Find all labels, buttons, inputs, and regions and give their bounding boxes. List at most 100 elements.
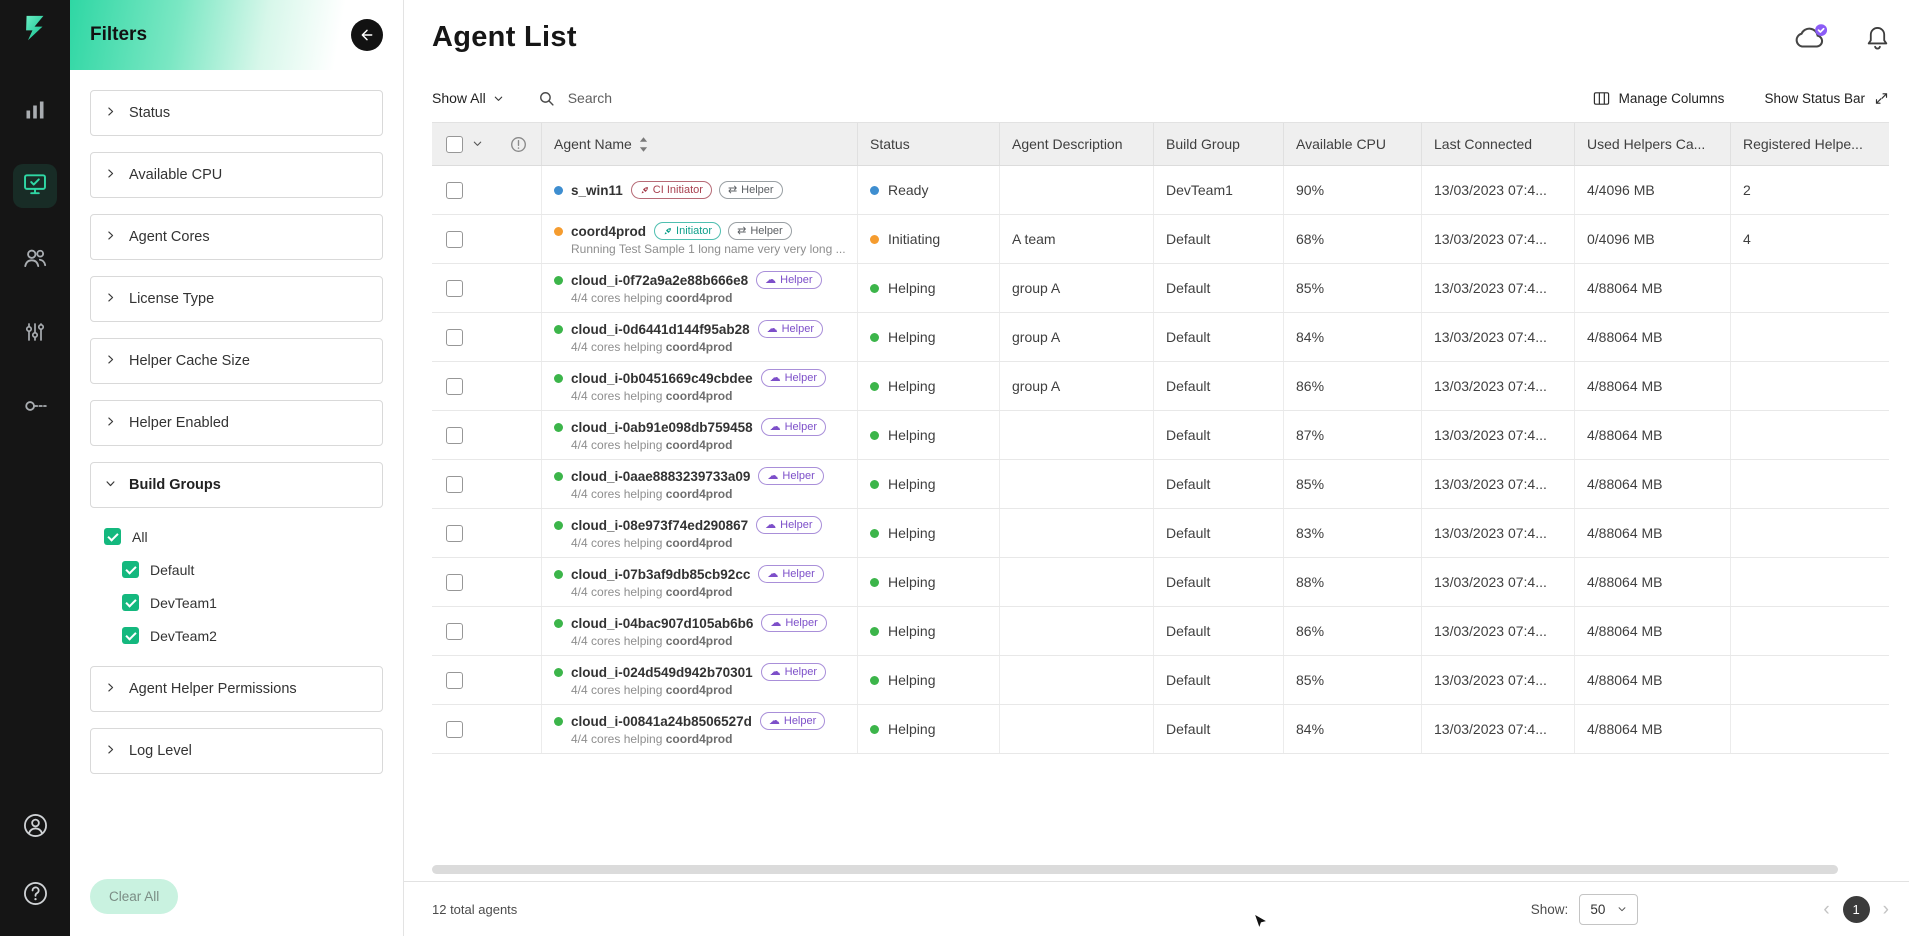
horizontal-scrollbar-thumb[interactable] — [432, 865, 1838, 874]
filter-section-label: Build Groups — [129, 477, 221, 493]
manage-columns-button[interactable]: Manage Columns — [1593, 91, 1725, 106]
bell-icon — [1866, 25, 1889, 50]
nav-item-agents[interactable] — [13, 164, 57, 208]
nav-item-account[interactable] — [13, 806, 57, 850]
select-all-checkbox[interactable] — [446, 136, 463, 153]
build-group-cell: Default — [1154, 411, 1284, 459]
row-select-cell — [432, 215, 498, 263]
checkbox-checked[interactable] — [122, 594, 139, 611]
nav-item-users[interactable] — [13, 238, 57, 282]
table-row[interactable]: s_win11 CI Initiator⇄Helper Ready DevTea… — [432, 166, 1889, 215]
filter-section-label: License Type — [129, 291, 214, 307]
table-toolbar: Show All Manage Columns Show Status Bar — [432, 74, 1889, 122]
status-dot — [870, 578, 879, 587]
row-checkbox[interactable] — [446, 525, 463, 542]
row-checkbox[interactable] — [446, 182, 463, 199]
column-header-last-connected[interactable]: Last Connected — [1422, 123, 1575, 165]
table-row[interactable]: cloud_i-00841a24b8506527d ☁Helper 4/4 co… — [432, 705, 1889, 754]
brand-logo-icon[interactable] — [20, 13, 50, 48]
table-row[interactable]: cloud_i-04bac907d105ab6b6 ☁Helper 4/4 co… — [432, 607, 1889, 656]
badge-list: ☁Helper — [758, 467, 823, 485]
available-cpu-cell: 85% — [1284, 656, 1422, 704]
current-page-indicator[interactable]: 1 — [1843, 896, 1870, 923]
column-header-status[interactable]: Status — [858, 123, 1000, 165]
header-info-cell[interactable] — [498, 123, 542, 165]
column-header-registered-helpers[interactable]: Registered Helpe... — [1731, 123, 1889, 165]
table-row[interactable]: coord4prod Initiator⇄Helper Running Test… — [432, 215, 1889, 264]
build-group-option-devteam2[interactable]: DevTeam2 — [104, 619, 383, 652]
build-group-cell: Default — [1154, 313, 1284, 361]
table-row[interactable]: cloud_i-0b0451669c49cbdee ☁Helper 4/4 co… — [432, 362, 1889, 411]
checkbox-checked[interactable] — [122, 561, 139, 578]
table-row[interactable]: cloud_i-08e973f74ed290867 ☁Helper 4/4 co… — [432, 509, 1889, 558]
agent-name-cell: cloud_i-0f72a9a2e88b666e8 ☁Helper 4/4 co… — [542, 264, 858, 312]
sort-icon[interactable] — [639, 137, 648, 152]
badge-helper: ☁Helper — [761, 614, 826, 632]
agent-subtext: 4/4 cores helping coord4prod — [554, 585, 732, 599]
filter-section-license-type[interactable]: License Type — [90, 276, 383, 322]
filter-section-log-level[interactable]: Log Level — [90, 728, 383, 774]
table-row[interactable]: cloud_i-0d6441d144f95ab28 ☁Helper 4/4 co… — [432, 313, 1889, 362]
filter-section-status[interactable]: Status — [90, 90, 383, 136]
cloud-icon: ☁ — [765, 520, 776, 531]
agent-subtext: 4/4 cores helping coord4prod — [554, 340, 732, 354]
show-all-dropdown[interactable]: Show All — [432, 90, 504, 106]
filter-section-available-cpu[interactable]: Available CPU — [90, 152, 383, 198]
table-row[interactable]: cloud_i-0aae8883239733a09 ☁Helper 4/4 co… — [432, 460, 1889, 509]
filter-section-agent-helper-permissions[interactable]: Agent Helper Permissions — [90, 666, 383, 712]
registered-helpers-cell — [1731, 313, 1889, 361]
row-checkbox[interactable] — [446, 721, 463, 738]
page-size-select[interactable]: 50 — [1579, 894, 1638, 925]
status-label: Helping — [888, 378, 935, 394]
row-checkbox[interactable] — [446, 623, 463, 640]
filter-section-helper-cache-size[interactable]: Helper Cache Size — [90, 338, 383, 384]
nav-item-license[interactable] — [13, 386, 57, 430]
badge-list: ☁Helper — [756, 516, 821, 534]
filter-section-label: Available CPU — [129, 167, 222, 183]
status-label: Helping — [888, 329, 935, 345]
row-checkbox[interactable] — [446, 672, 463, 689]
badge-helper: ☁Helper — [756, 271, 821, 289]
build-group-option-default[interactable]: Default — [104, 553, 383, 586]
column-header-agent-description[interactable]: Agent Description — [1000, 123, 1154, 165]
nav-item-settings[interactable] — [13, 312, 57, 356]
collapse-filters-button[interactable] — [351, 19, 383, 51]
build-group-option-devteam1[interactable]: DevTeam1 — [104, 586, 383, 619]
column-header-build-group[interactable]: Build Group — [1154, 123, 1284, 165]
nav-item-help[interactable] — [13, 874, 57, 918]
filter-section-agent-cores[interactable]: Agent Cores — [90, 214, 383, 260]
row-checkbox[interactable] — [446, 476, 463, 493]
registered-helpers-cell — [1731, 558, 1889, 606]
row-checkbox[interactable] — [446, 427, 463, 444]
column-header-available-cpu[interactable]: Available CPU — [1284, 123, 1422, 165]
table-row[interactable]: cloud_i-024d549d942b70301 ☁Helper 4/4 co… — [432, 656, 1889, 705]
column-header-used-helpers[interactable]: Used Helpers Ca... — [1575, 123, 1731, 165]
search-box — [538, 89, 800, 107]
row-checkbox[interactable] — [446, 574, 463, 591]
used-helpers-cell: 4/4096 MB — [1575, 166, 1731, 214]
filter-section-helper-enabled[interactable]: Helper Enabled — [90, 400, 383, 446]
cloud-status-button[interactable] — [1792, 23, 1828, 51]
last-connected-cell: 13/03/2023 07:4... — [1422, 362, 1575, 410]
filter-section-build-groups[interactable]: Build Groups — [90, 462, 383, 508]
row-checkbox[interactable] — [446, 231, 463, 248]
nav-item-dashboard[interactable] — [13, 90, 57, 134]
previous-page-button[interactable]: ‹ — [1823, 900, 1829, 919]
table-row[interactable]: cloud_i-07b3af9db85cb92cc ☁Helper 4/4 co… — [432, 558, 1889, 607]
row-checkbox[interactable] — [446, 378, 463, 395]
row-checkbox[interactable] — [446, 280, 463, 297]
show-status-bar-button[interactable]: Show Status Bar — [1764, 91, 1889, 106]
checkbox-checked[interactable] — [104, 528, 121, 545]
column-header-agent-name[interactable]: Agent Name — [542, 123, 858, 165]
table-row[interactable]: cloud_i-0ab91e098db759458 ☁Helper 4/4 co… — [432, 411, 1889, 460]
table-body: s_win11 CI Initiator⇄Helper Ready DevTea… — [432, 166, 1889, 754]
bulk-menu-chevron-icon[interactable] — [472, 136, 483, 152]
row-checkbox[interactable] — [446, 329, 463, 346]
build-group-option-all[interactable]: All — [104, 520, 383, 553]
checkbox-checked[interactable] — [122, 627, 139, 644]
table-row[interactable]: cloud_i-0f72a9a2e88b666e8 ☁Helper 4/4 co… — [432, 264, 1889, 313]
notifications-button[interactable] — [1866, 25, 1889, 50]
search-input[interactable] — [566, 89, 800, 107]
clear-all-button[interactable]: Clear All — [90, 879, 178, 914]
next-page-button[interactable]: › — [1883, 900, 1889, 919]
